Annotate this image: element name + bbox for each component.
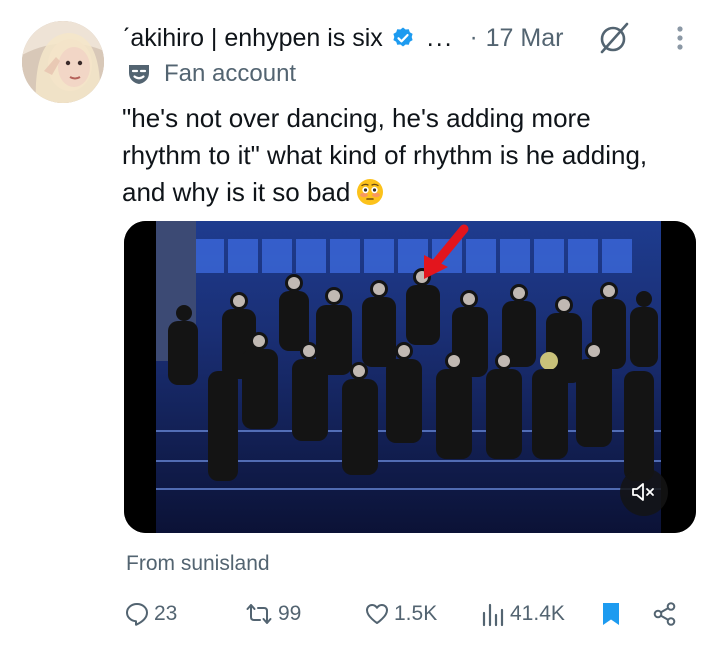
bookmark-button[interactable] [598, 594, 624, 634]
display-name[interactable]: ˊakihiro | enhypen is six [122, 24, 383, 53]
repost-button[interactable]: 99 [244, 594, 301, 634]
views-count: 41.4K [510, 602, 565, 625]
reply-icon [126, 603, 148, 626]
more-icon[interactable] [668, 20, 692, 56]
flushed-face-icon [357, 179, 384, 205]
like-icon [366, 604, 388, 624]
tweet-text-line: rhythm to it" what kind of rhythm is he … [122, 140, 648, 170]
action-bar: 23 99 1.5K 41.4K [0, 594, 720, 634]
verified-icon [393, 27, 413, 47]
fan-account-label: Fan account [164, 60, 297, 87]
tweet-text-line-content: and why is it so bad [122, 177, 351, 207]
fan-account-icon [129, 65, 149, 84]
video-player[interactable] [124, 221, 696, 533]
share-icon [653, 602, 676, 626]
tweet-text-line: and why is it so bad [122, 174, 702, 211]
views-icon [482, 603, 504, 627]
grok-icon[interactable] [596, 20, 632, 56]
name-ellipsis: ... [426, 23, 454, 52]
avatar[interactable] [22, 21, 104, 103]
video-frame [124, 221, 696, 533]
repost-icon [246, 604, 272, 624]
share-button[interactable] [652, 594, 678, 634]
views-button[interactable]: 41.4K [480, 594, 565, 634]
reply-button[interactable]: 23 [124, 594, 177, 634]
mute-button[interactable] [620, 468, 668, 516]
tweet-header: ˊakihiro | enhypen is six ... · 17 Mar [122, 18, 563, 58]
like-count: 1.5K [394, 602, 438, 625]
tweet-text-line: "he's not over dancing, he's adding more [122, 103, 591, 133]
bookmark-icon [603, 603, 619, 625]
fan-account-badge: Fan account [126, 60, 296, 88]
repost-count: 99 [278, 602, 302, 625]
reply-count: 23 [154, 602, 178, 625]
tweet-date[interactable]: 17 Mar [486, 24, 564, 53]
tweet-text: "he's not over dancing, he's adding more… [122, 100, 702, 211]
separator-dot: · [469, 24, 478, 51]
source-attribution[interactable]: From sunisland [126, 552, 270, 576]
mute-icon [632, 483, 654, 501]
like-button[interactable]: 1.5K [364, 594, 437, 634]
